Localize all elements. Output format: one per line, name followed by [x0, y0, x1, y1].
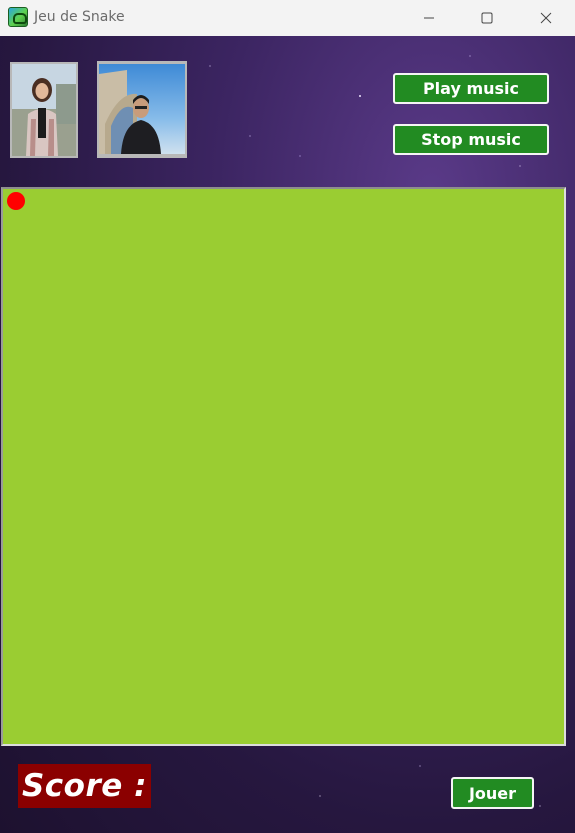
window-title: Jeu de Snake: [34, 9, 125, 25]
game-board[interactable]: [1, 187, 566, 746]
score-panel: Score :: [18, 764, 151, 808]
person-image: [99, 64, 185, 154]
player-photo-2: [97, 61, 187, 158]
close-icon: [540, 12, 552, 24]
person-image: [12, 64, 76, 156]
snake-head: [7, 192, 25, 210]
snake-app-icon: [8, 7, 28, 27]
title-bar: Jeu de Snake: [0, 0, 575, 37]
stop-music-button[interactable]: Stop music: [393, 124, 549, 155]
player-photo-1: [10, 62, 78, 158]
play-music-button[interactable]: Play music: [393, 73, 549, 104]
score-label: Score :: [21, 768, 147, 804]
jouer-button[interactable]: Jouer: [451, 777, 534, 809]
minimize-icon: [424, 17, 434, 19]
close-button[interactable]: [517, 0, 575, 36]
maximize-button[interactable]: [458, 0, 516, 36]
minimize-button[interactable]: [400, 0, 458, 36]
maximize-icon: [481, 12, 493, 24]
